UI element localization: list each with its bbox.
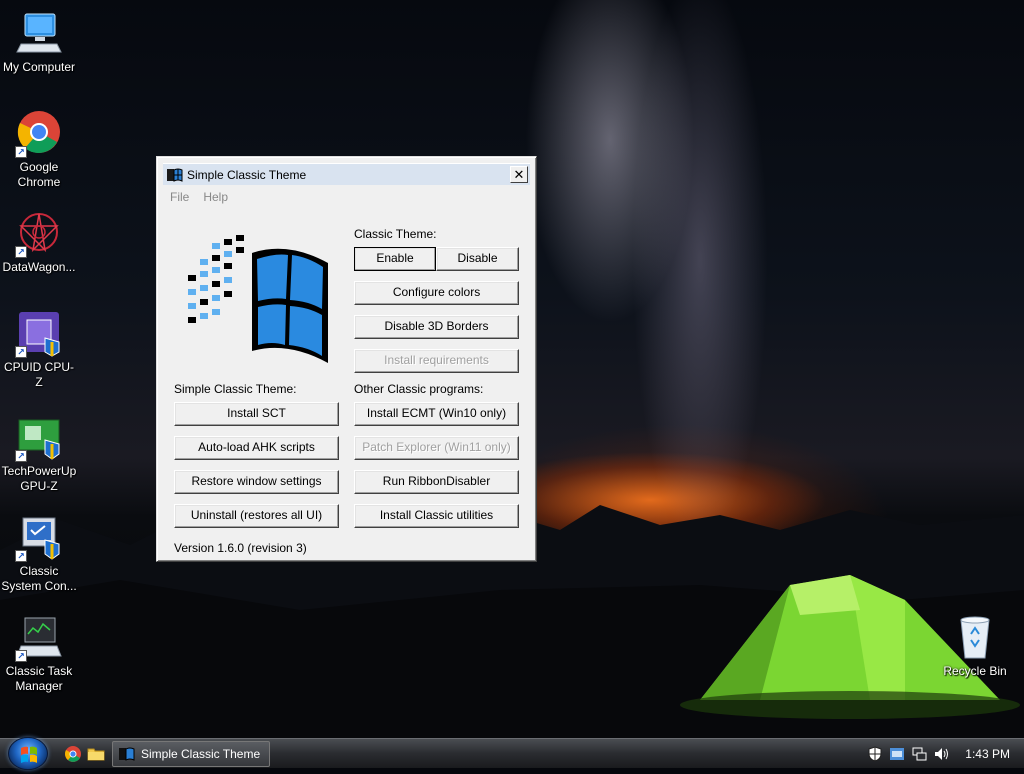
configure-colors-button[interactable]: Configure colors [354,281,519,305]
shortcut-arrow-icon: ↗ [15,650,27,662]
install-sct-button[interactable]: Install SCT [174,402,339,426]
close-icon: ✕ [513,167,525,182]
shortcut-arrow-icon: ↗ [15,346,27,358]
desktop-icon-label: My Computer [2,60,76,74]
install-classic-utilities-button[interactable]: Install Classic utilities [354,504,519,528]
disable-button[interactable]: Disable [436,247,519,271]
restore-window-settings-button[interactable]: Restore window settings [174,470,339,494]
classic-theme-label: Classic Theme: [354,227,437,241]
network-icon[interactable] [911,746,927,762]
desktop-icon-label: Google Chrome [17,160,61,189]
control-panel-icon: ↗ [15,514,63,562]
taskbar-clock[interactable]: 1:43 PM [965,747,1010,761]
desktop-icon-gpuz[interactable]: ↗ TechPowerUp GPU-Z [1,414,77,494]
desktop-icon-label: Classic Task Manager [5,664,73,693]
run-ribbon-disabler-button[interactable]: Run RibbonDisabler [354,470,519,494]
desktop-icon-classic-system-control[interactable]: ↗ Classic System Con... [1,514,77,594]
volume-icon[interactable] [933,746,949,762]
taskbar-button-simple-classic-theme[interactable]: Simple Classic Theme [112,741,270,767]
gpuz-icon: ↗ [15,414,63,462]
chrome-icon: ↗ [15,110,63,158]
taskbar-button-label: Simple Classic Theme [141,747,261,761]
desktop-icon-label: Recycle Bin [943,664,1007,678]
shortcut-arrow-icon: ↗ [15,450,27,462]
security-shield-icon[interactable] [867,746,883,762]
desktop-icon-datawagon[interactable]: ↗ DataWagon... [1,210,77,275]
recycle-bin-icon [951,614,999,662]
desktop-icon-cpuz[interactable]: ↗ CPUID CPU-Z [1,310,77,390]
menu-help[interactable]: Help [203,187,228,207]
desktop-icon-label: DataWagon... [2,260,76,274]
folder-quicklaunch-icon[interactable] [87,745,105,763]
menu-bar: File Help [160,187,533,207]
desktop-icon-label: TechPowerUp GPU-Z [1,464,77,493]
start-button[interactable] [8,737,48,770]
close-button[interactable]: ✕ [510,166,528,183]
chrome-quicklaunch-icon[interactable] [64,745,82,763]
shortcut-arrow-icon: ↗ [15,246,27,258]
datawagon-icon: ↗ [15,210,63,258]
windows-flag-icon [21,746,37,763]
disable-3d-borders-button[interactable]: Disable 3D Borders [354,315,519,339]
language-indicator-icon[interactable] [889,746,905,762]
app-icon [167,168,183,182]
version-text: Version 1.6.0 (revision 3) [174,541,307,555]
uninstall-button[interactable]: Uninstall (restores all UI) [174,504,339,528]
window-title: Simple Classic Theme [187,167,307,182]
task-manager-icon: ↗ [15,614,63,662]
desktop-icon-classic-task-manager[interactable]: ↗ Classic Task Manager [1,614,77,694]
install-requirements-button[interactable]: Install requirements [354,349,519,373]
cpuz-icon: ↗ [15,310,63,358]
windows-logo-icon [188,235,328,363]
window-titlebar[interactable]: Simple Classic Theme ✕ [163,163,530,185]
desktop-icon-label: CPUID CPU-Z [3,360,74,389]
window-content: Classic Theme: Enable Disable Configure … [160,207,533,557]
menu-file[interactable]: File [170,187,189,207]
desktop-icon-label: Classic System Con... [1,564,77,593]
enable-button[interactable]: Enable [354,247,436,271]
desktop-icon-my-computer[interactable]: My Computer [1,10,77,75]
autoload-ahk-button[interactable]: Auto-load AHK scripts [174,436,339,460]
patch-explorer-button[interactable]: Patch Explorer (Win11 only) [354,436,519,460]
desktop-icon-recycle-bin[interactable]: Recycle Bin [937,614,1013,679]
app-icon [119,747,135,761]
shortcut-arrow-icon: ↗ [15,146,27,158]
computer-icon [15,10,63,58]
sct-label: Simple Classic Theme: [174,382,297,396]
desktop-icon-google-chrome[interactable]: ↗ Google Chrome [1,110,77,190]
system-tray: 1:43 PM [867,739,1024,769]
taskbar: Simple Classic Theme 1:43 PM [0,737,1024,770]
install-ecmt-button[interactable]: Install ECMT (Win10 only) [354,402,519,426]
other-programs-label: Other Classic programs: [354,382,484,396]
simple-classic-theme-window: Simple Classic Theme ✕ File Help Classic… [156,156,537,562]
shortcut-arrow-icon: ↗ [15,550,27,562]
